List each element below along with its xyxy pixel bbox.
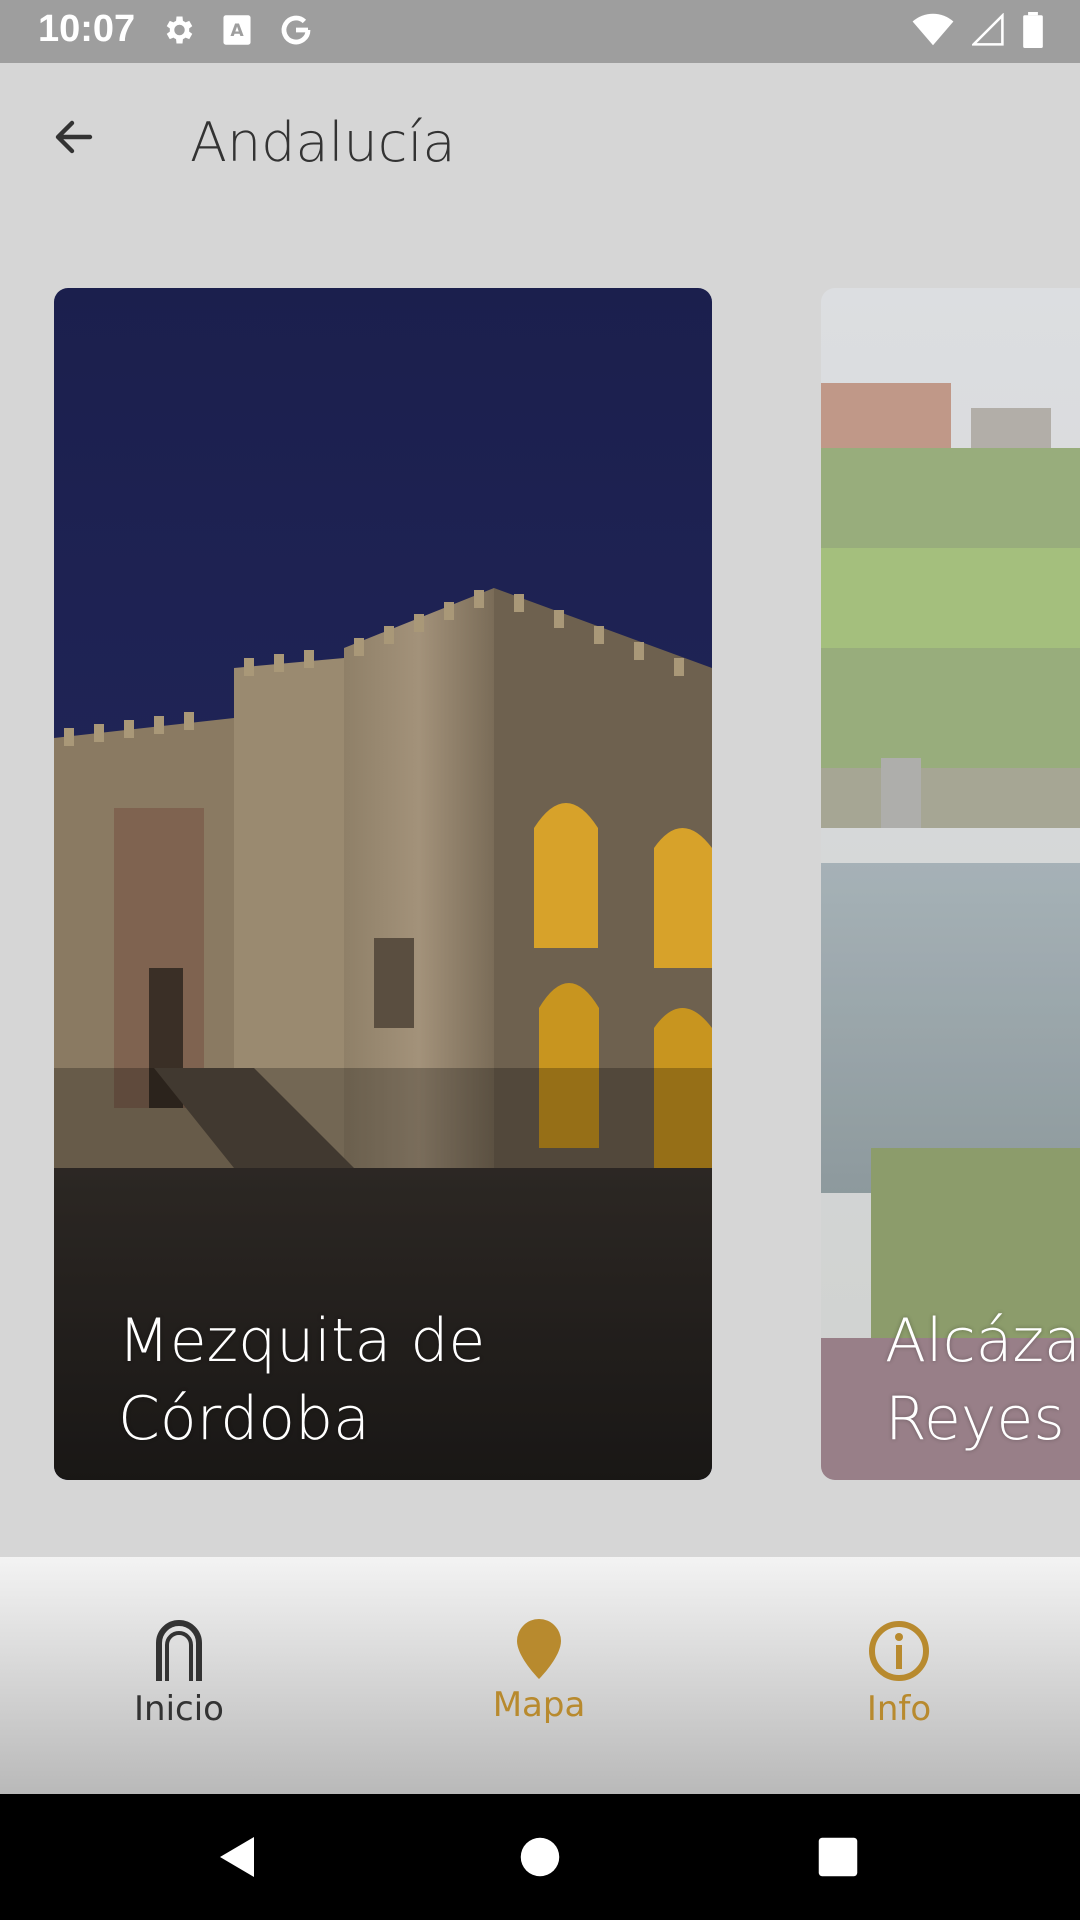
place-card-mezquita[interactable]: Mezquita de Córdoba	[54, 288, 712, 1480]
map-pin-icon	[517, 1619, 561, 1679]
signal-icon	[972, 13, 1004, 46]
status-icons-right	[912, 12, 1044, 48]
info-circle-icon	[869, 1621, 929, 1681]
place-card-title: Mezquita de Córdoba	[118, 1306, 486, 1454]
arch-icon	[156, 1620, 202, 1681]
status-icons-left: A	[160, 12, 314, 48]
nav-item-info[interactable]: Info	[789, 1619, 1009, 1729]
wifi-icon	[912, 13, 954, 46]
home-circle-icon[interactable]	[519, 1836, 561, 1878]
gear-icon	[166, 16, 193, 44]
nav-label-mapa: Mapa	[492, 1685, 586, 1725]
battery-icon	[1023, 12, 1043, 48]
arrow-back-icon	[55, 120, 93, 154]
back-button[interactable]	[44, 107, 104, 167]
nav-item-mapa[interactable]: Mapa	[429, 1619, 649, 1725]
places-carousel[interactable]: Mezquita de Córdoba Alcáza Reyes	[0, 288, 1080, 1480]
status-bar: 10:07 A	[0, 0, 1080, 63]
status-time: 10:07	[38, 8, 136, 50]
recents-square-icon[interactable]	[817, 1836, 859, 1878]
back-triangle-icon[interactable]	[214, 1833, 262, 1881]
nav-label-inicio: Inicio	[134, 1689, 224, 1729]
place-card-title: Alcáza Reyes	[885, 1306, 1080, 1454]
app-bar: Andalucía	[0, 63, 1080, 218]
text-a-icon: A	[223, 15, 251, 45]
google-g-icon	[281, 15, 311, 45]
page-title: Andalucía	[190, 111, 456, 174]
bottom-navigation: Inicio Mapa Info	[0, 1557, 1080, 1794]
nav-item-inicio[interactable]: Inicio	[69, 1619, 289, 1729]
place-card-alcazar[interactable]: Alcáza Reyes	[821, 288, 1080, 1480]
nav-label-info: Info	[866, 1689, 932, 1729]
system-navigation-bar	[0, 1794, 1080, 1920]
svg-text:A: A	[230, 21, 244, 41]
